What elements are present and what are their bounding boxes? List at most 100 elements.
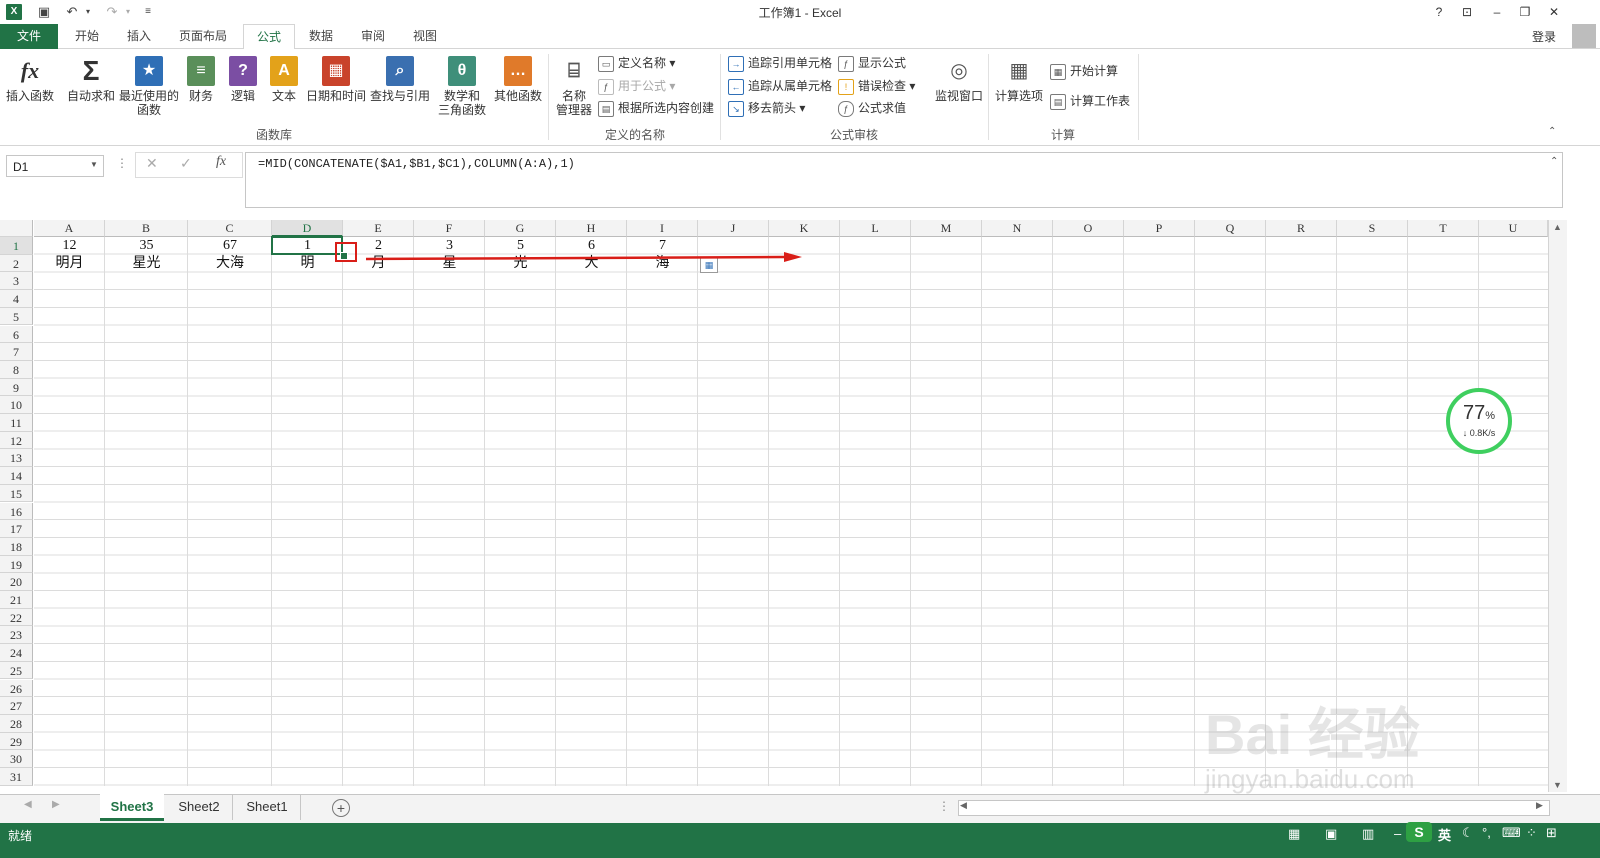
tab-page-layout[interactable]: 页面布局	[168, 24, 238, 48]
row-header-29[interactable]: 29	[0, 732, 33, 751]
avatar-icon[interactable]	[1572, 24, 1596, 48]
row-header-1[interactable]: 1	[0, 237, 33, 255]
page-break-view-icon[interactable]: ▥	[1362, 826, 1374, 842]
cell-a2[interactable]: 明月	[34, 255, 105, 273]
zoom-out-icon[interactable]: –	[1394, 826, 1401, 841]
row-header-18[interactable]: 18	[0, 537, 33, 556]
row-header-5[interactable]: 5	[0, 307, 33, 326]
tab-file[interactable]: 文件	[0, 24, 58, 49]
sheet-tab-sheet3[interactable]: Sheet3	[100, 794, 164, 821]
row-header-23[interactable]: 23	[0, 626, 33, 645]
cell-b1[interactable]: 35	[105, 237, 188, 255]
column-header-n[interactable]: N	[982, 220, 1053, 237]
column-header-u[interactable]: U	[1479, 220, 1548, 237]
collapse-ribbon-icon[interactable]: ⌃	[1548, 126, 1556, 137]
row-header-15[interactable]: 15	[0, 484, 33, 503]
math-trig-button[interactable]: θ 数学和 三角函数	[432, 56, 492, 117]
column-header-o[interactable]: O	[1053, 220, 1124, 237]
grid-menu-icon[interactable]: ⁘	[1526, 825, 1537, 841]
show-formulas-button[interactable]: ƒ 显示公式	[838, 54, 906, 72]
row-header-30[interactable]: 30	[0, 750, 33, 768]
row-header-9[interactable]: 9	[0, 378, 33, 397]
select-all-corner[interactable]	[0, 220, 33, 237]
create-from-selection-button[interactable]: ▤ 根据所选内容创建	[598, 99, 714, 117]
scroll-left-icon[interactable]: ◀	[960, 800, 967, 811]
row-header-8[interactable]: 8	[0, 360, 33, 379]
define-name-button[interactable]: ▭ 定义名称 ▾	[598, 54, 675, 72]
name-box-dropdown-icon[interactable]: ▼	[90, 160, 98, 169]
tab-home[interactable]: 开始	[64, 24, 110, 48]
row-header-16[interactable]: 16	[0, 502, 33, 521]
error-checking-button[interactable]: ! 错误检查 ▾	[838, 77, 915, 95]
minimize-icon[interactable]: –	[1486, 3, 1508, 21]
autosum-button[interactable]: Σ 自动求和	[64, 56, 118, 104]
column-header-k[interactable]: K	[769, 220, 840, 237]
recently-used-button[interactable]: ★ 最近使用的 函数	[118, 56, 180, 117]
column-header-f[interactable]: F	[414, 220, 485, 237]
calculate-now-button[interactable]: ▦ 开始计算	[1050, 62, 1118, 80]
row-header-25[interactable]: 25	[0, 661, 33, 680]
tab-review[interactable]: 审阅	[350, 24, 396, 48]
column-header-c[interactable]: C	[188, 220, 272, 237]
insert-function-button[interactable]: fx 插入函数	[4, 56, 56, 103]
splitter-icon[interactable]: ⋮	[938, 799, 950, 813]
lookup-reference-button[interactable]: ⌕ 查找与引用	[370, 56, 430, 103]
scroll-down-icon[interactable]: ▼	[1553, 780, 1562, 790]
row-header-3[interactable]: 3	[0, 272, 33, 291]
column-header-e[interactable]: E	[343, 220, 414, 237]
moon-icon[interactable]: ☾	[1462, 825, 1474, 841]
row-header-22[interactable]: 22	[0, 608, 33, 627]
cell-c1[interactable]: 67	[188, 237, 272, 255]
cancel-icon[interactable]: ✕	[146, 155, 158, 172]
row-header-27[interactable]: 27	[0, 697, 33, 715]
column-header-g[interactable]: G	[485, 220, 556, 237]
calculation-options-button[interactable]: ▦ 计算选项	[992, 56, 1046, 103]
row-header-19[interactable]: 19	[0, 555, 33, 574]
cell-a1[interactable]: 12	[34, 237, 105, 255]
new-sheet-icon[interactable]: +	[332, 799, 350, 817]
formula-input[interactable]: =MID(CONCATENATE($A1,$B1,$C1),COLUMN(A:A…	[258, 157, 575, 171]
name-manager-button[interactable]: ⌸ 名称 管理器	[552, 56, 596, 117]
trace-dependents-button[interactable]: ← 追踪从属单元格	[728, 77, 832, 95]
sheet-tab-sheet1[interactable]: Sheet1	[234, 794, 301, 820]
tab-view[interactable]: 视图	[402, 24, 448, 48]
tab-formulas[interactable]: 公式	[243, 24, 295, 50]
row-header-11[interactable]: 11	[0, 414, 33, 432]
ime-language[interactable]: 英	[1438, 825, 1451, 844]
row-header-7[interactable]: 7	[0, 343, 33, 361]
financial-button[interactable]: ≡ 财务	[184, 56, 218, 103]
column-header-i[interactable]: I	[627, 220, 698, 237]
more-functions-button[interactable]: … 其他函数	[492, 56, 544, 103]
cell-d2[interactable]: 明	[272, 255, 343, 273]
row-header-2[interactable]: 2	[0, 254, 33, 273]
row-header-26[interactable]: 26	[0, 679, 33, 698]
row-header-20[interactable]: 20	[0, 573, 33, 591]
column-header-l[interactable]: L	[840, 220, 911, 237]
ime-settings-icon[interactable]: ⊞	[1546, 825, 1557, 841]
scroll-right-icon[interactable]: ▶	[1536, 800, 1543, 811]
restore-icon[interactable]: ❐	[1514, 3, 1536, 21]
date-time-button[interactable]: ▦ 日期和时间	[304, 56, 368, 103]
cell-c2[interactable]: 大海	[188, 255, 272, 273]
use-in-formula-button[interactable]: ƒ 用于公式 ▾	[598, 77, 675, 95]
column-header-j[interactable]: J	[698, 220, 769, 237]
column-header-s[interactable]: S	[1337, 220, 1408, 237]
network-speed-widget[interactable]: 77% ↓ 0.8K/s	[1446, 388, 1512, 454]
text-button[interactable]: A 文本	[268, 56, 300, 103]
row-header-14[interactable]: 14	[0, 467, 33, 485]
watch-window-button[interactable]: ◎ 监视窗口	[932, 56, 986, 103]
sogou-ime-icon[interactable]: S	[1406, 822, 1432, 842]
tab-data[interactable]: 数据	[298, 24, 344, 48]
row-header-12[interactable]: 12	[0, 431, 33, 450]
help-icon[interactable]: ?	[1428, 3, 1450, 21]
normal-view-icon[interactable]: ▦	[1288, 826, 1300, 842]
scroll-up-icon[interactable]: ▲	[1553, 222, 1562, 232]
page-layout-view-icon[interactable]: ▣	[1325, 826, 1337, 842]
punctuation-icon[interactable]: °,	[1482, 825, 1491, 840]
remove-arrows-button[interactable]: ↘ 移去箭头 ▾	[728, 99, 805, 117]
column-header-q[interactable]: Q	[1195, 220, 1266, 237]
evaluate-formula-button[interactable]: ƒ 公式求值	[838, 99, 906, 117]
column-header-m[interactable]: M	[911, 220, 982, 237]
vertical-scrollbar[interactable]	[1548, 220, 1567, 792]
cell-b2[interactable]: 星光	[105, 255, 188, 273]
